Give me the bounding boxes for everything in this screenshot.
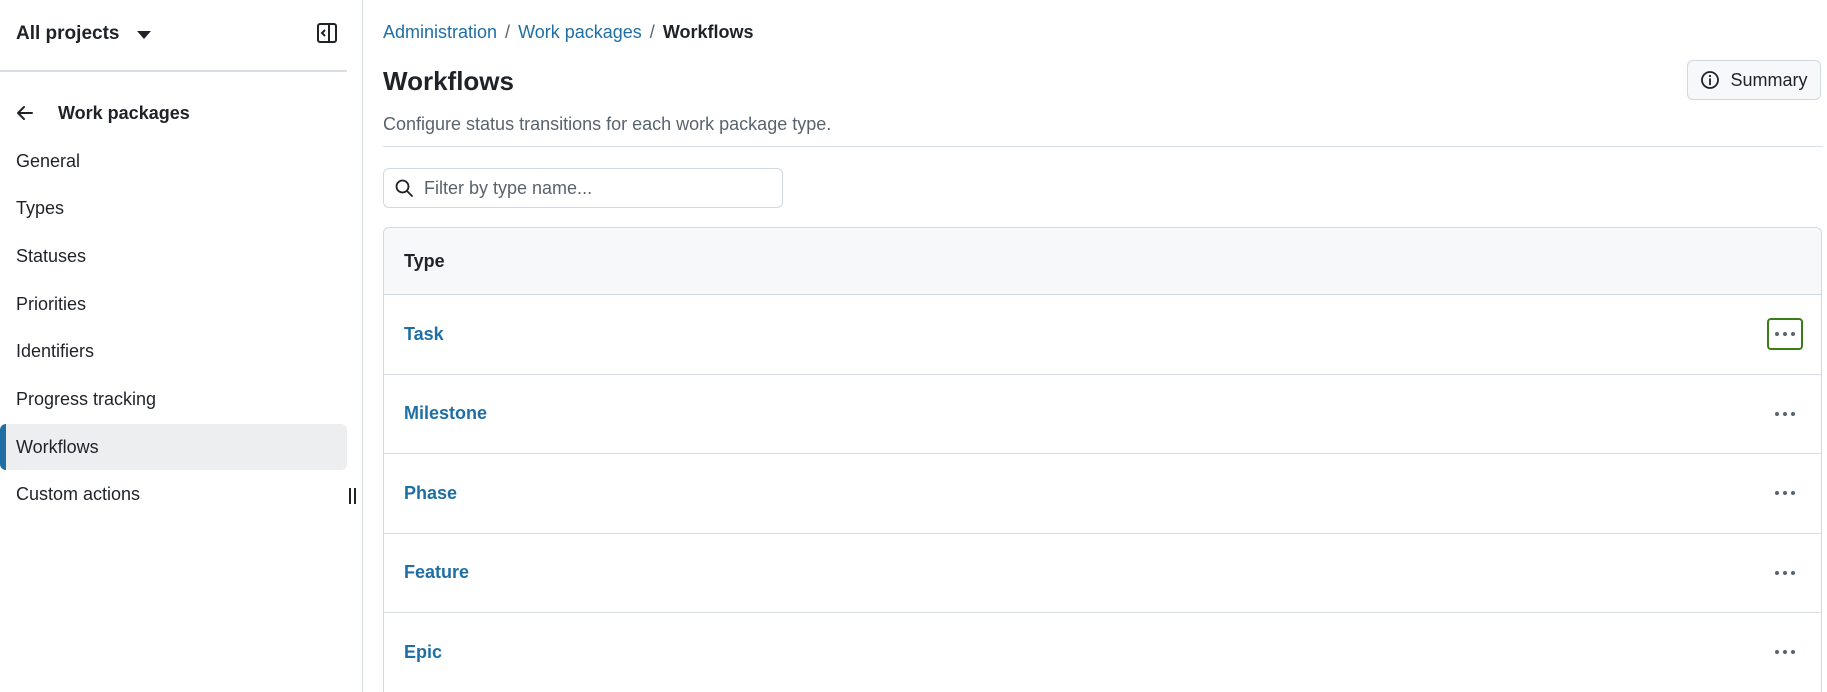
page-title: Workflows <box>383 66 514 96</box>
sidebar: All projects Work packages General Types… <box>0 0 363 692</box>
sidebar-item-label: Identifiers <box>16 341 95 362</box>
sidebar-item-label: Priorities <box>16 293 87 314</box>
type-link-phase[interactable]: Phase <box>404 483 457 504</box>
sidebar-item-label: General <box>16 150 81 171</box>
back-to-work-packages[interactable]: Work packages <box>16 98 190 128</box>
sidebar-item-label: Workflows <box>16 436 99 457</box>
sidebar-item-label: Progress tracking <box>16 388 157 409</box>
types-table: Type Task Milestone Phase Feature Epic <box>383 227 1822 692</box>
sidebar-item-progress-tracking[interactable]: Progress tracking <box>0 376 347 422</box>
sidebar-item-label: Statuses <box>16 245 87 266</box>
sidebar-item-statuses[interactable]: Statuses <box>0 233 347 279</box>
sidebar-divider <box>0 70 347 72</box>
main-content: Administration / Work packages / Workflo… <box>383 0 1823 692</box>
app: All projects Work packages General Types… <box>0 0 1827 692</box>
summary-button[interactable]: Summary <box>1687 60 1821 100</box>
table-row: Epic <box>384 613 1821 692</box>
sidebar-resize-handle[interactable] <box>349 488 357 504</box>
breadcrumb: Administration / Work packages / Workflo… <box>383 22 754 43</box>
breadcrumb-separator: / <box>649 22 655 42</box>
type-link-milestone[interactable]: Milestone <box>404 403 487 424</box>
table-row: Task <box>384 295 1821 375</box>
arrow-left-icon <box>17 106 33 120</box>
table-row: Milestone <box>384 375 1821 454</box>
column-header-type: Type <box>404 250 445 271</box>
filter-input[interactable] <box>424 177 764 199</box>
header-divider <box>383 146 1823 147</box>
sidebar-collapse-icon[interactable] <box>314 20 340 46</box>
sidebar-item-custom-actions[interactable]: Custom actions <box>0 472 347 518</box>
filter-field <box>383 168 783 208</box>
breadcrumb-current: Workflows <box>662 22 754 42</box>
kebab-horizontal-icon[interactable] <box>1767 477 1803 509</box>
kebab-horizontal-icon[interactable] <box>1767 398 1803 430</box>
sidebar-item-identifiers[interactable]: Identifiers <box>0 329 347 375</box>
breadcrumb-administration[interactable]: Administration <box>383 22 497 43</box>
project-switcher-label: All projects <box>16 23 120 44</box>
sidebar-nav: General Types Statuses Priorities Identi… <box>0 138 347 520</box>
caret-down-icon <box>137 31 152 39</box>
breadcrumb-separator: / <box>505 22 511 42</box>
breadcrumb-work-packages[interactable]: Work packages <box>518 22 642 43</box>
type-link-feature[interactable]: Feature <box>404 562 469 583</box>
page-description: Configure status transitions for each wo… <box>383 114 832 134</box>
search-icon <box>395 179 413 197</box>
project-switcher[interactable]: All projects <box>16 18 152 50</box>
info-icon <box>1701 71 1720 89</box>
kebab-horizontal-icon[interactable] <box>1767 557 1803 589</box>
table-row: Phase <box>384 454 1821 534</box>
kebab-horizontal-icon[interactable] <box>1767 318 1803 351</box>
table-row: Feature <box>384 534 1821 613</box>
type-link-epic[interactable]: Epic <box>404 642 442 663</box>
table-header: Type <box>384 228 1821 295</box>
kebab-horizontal-icon[interactable] <box>1767 636 1803 668</box>
sidebar-item-workflows[interactable]: Workflows <box>0 424 347 471</box>
back-label: Work packages <box>58 102 190 123</box>
sidebar-item-types[interactable]: Types <box>0 186 347 232</box>
sidebar-item-label: Custom actions <box>16 484 141 505</box>
summary-label: Summary <box>1730 69 1808 90</box>
sidebar-item-general[interactable]: General <box>0 138 347 184</box>
type-link-task[interactable]: Task <box>404 324 444 345</box>
sidebar-item-priorities[interactable]: Priorities <box>0 281 347 327</box>
sidebar-item-label: Types <box>16 198 65 219</box>
